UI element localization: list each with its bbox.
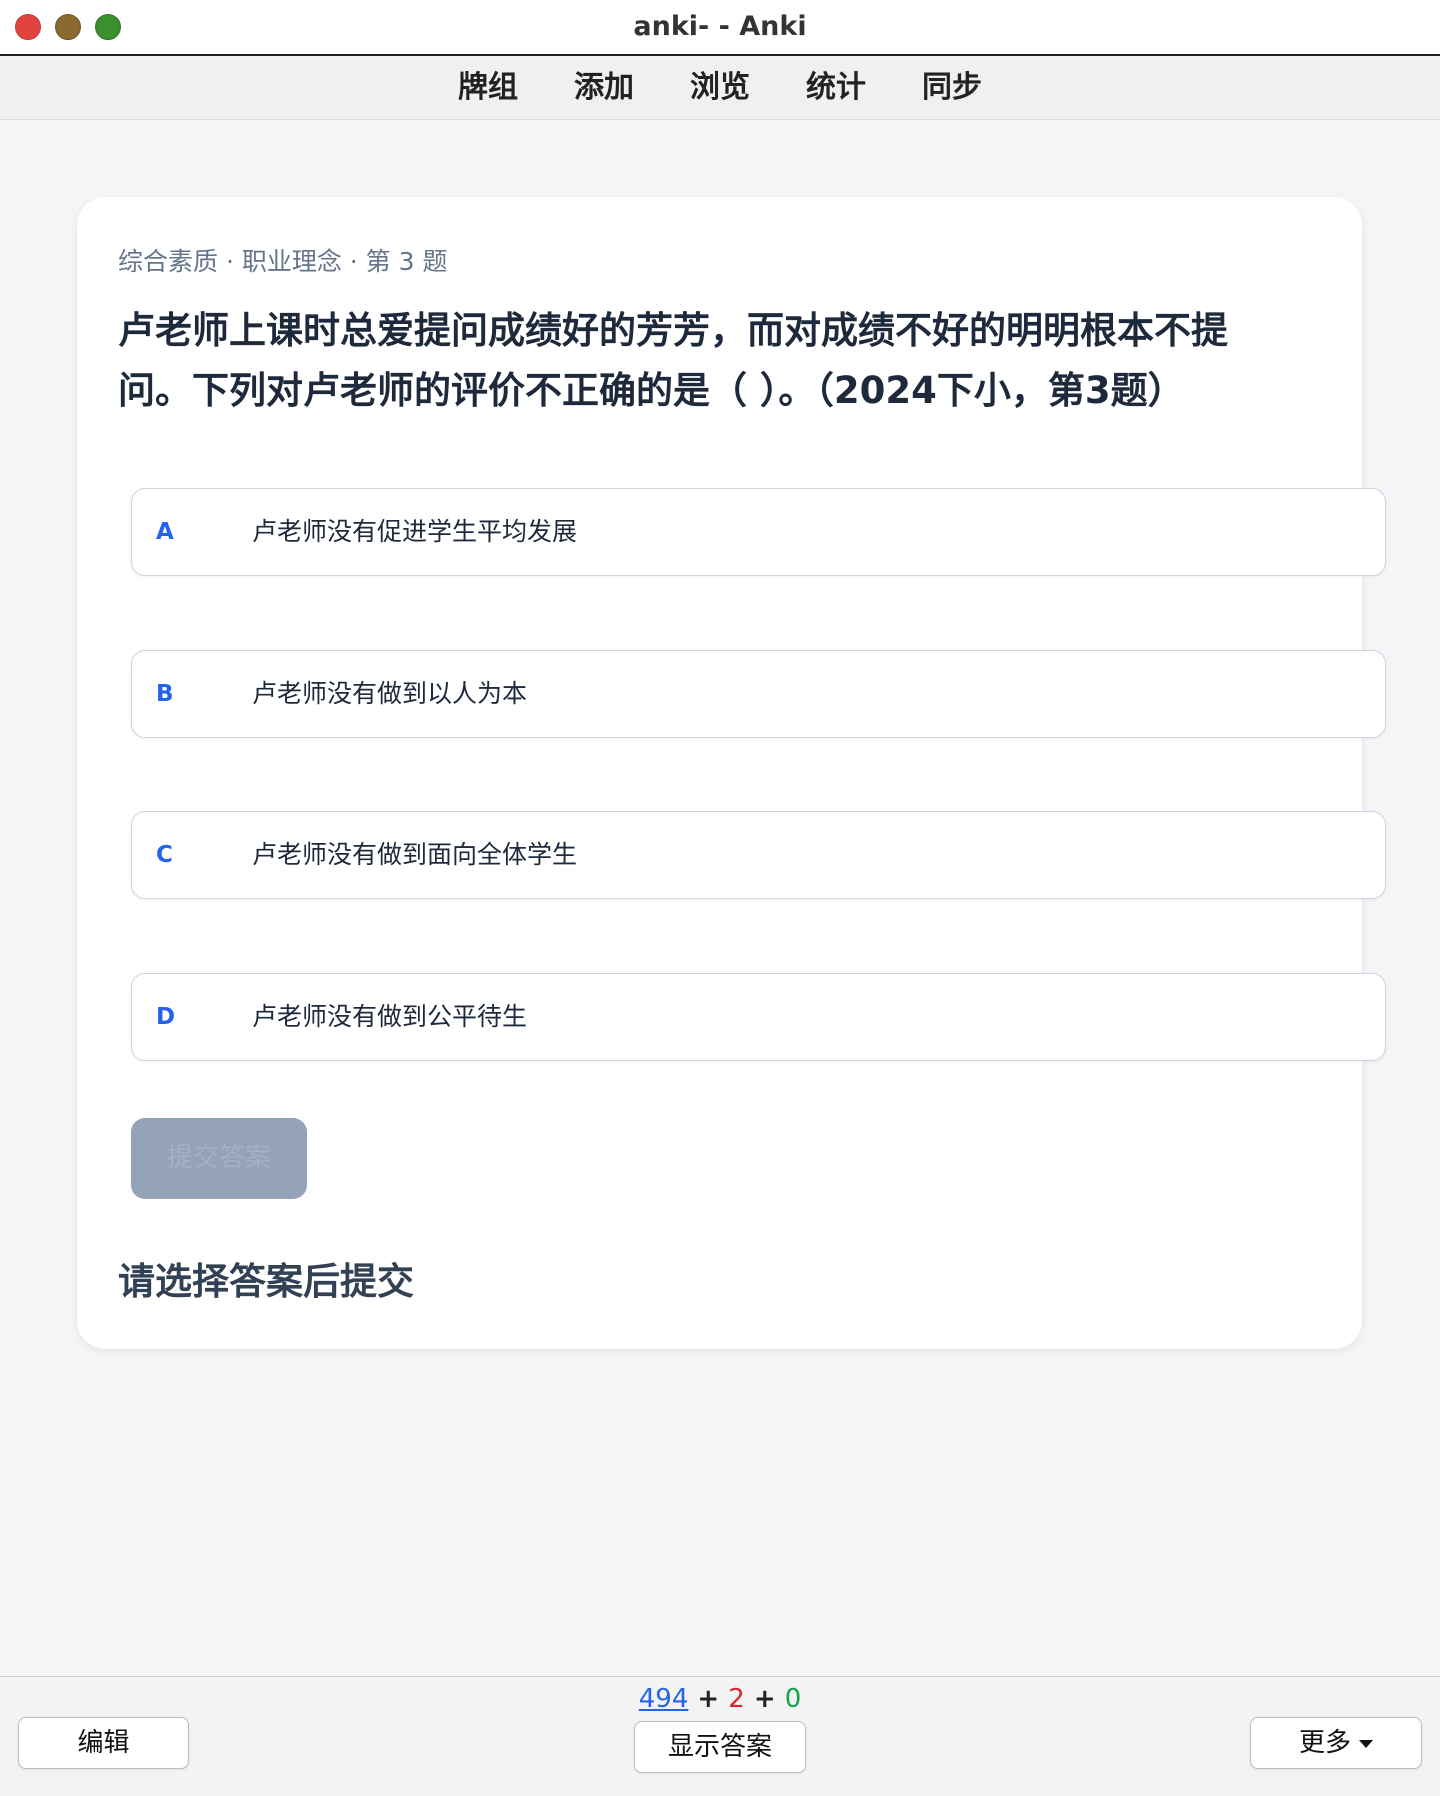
anki-window: anki- - Anki 牌组 添加 浏览 统计 同步 综合素质 · 职业理念 … (0, 0, 1440, 1796)
learn-count: 2 (728, 1684, 745, 1714)
option-text: 卢老师没有做到面向全体学生 (252, 840, 578, 869)
menu-browse[interactable]: 浏览 (662, 56, 778, 120)
option-b[interactable]: B 卢老师没有做到以人为本 (131, 650, 1386, 738)
option-a[interactable]: A 卢老师没有促进学生平均发展 (131, 488, 1386, 576)
review-count: 0 (784, 1684, 802, 1714)
more-label: 更多 (1298, 1728, 1351, 1758)
menu-decks[interactable]: 牌组 (430, 56, 546, 120)
submit-hint: 请选择答案后提交 (118, 1260, 414, 1303)
more-button[interactable]: 更多 (1250, 1717, 1422, 1769)
bottom-bar: 494 + 2 + 0 编辑 显示答案 更多 (0, 1676, 1440, 1796)
option-text: 卢老师没有做到公平待生 (252, 1002, 528, 1031)
chevron-down-icon (1359, 1739, 1373, 1748)
option-text: 卢老师没有促进学生平均发展 (252, 517, 578, 546)
question-text: 卢老师上课时总爱提问成绩好的芳芳，而对成绩不好的明明根本不提问。下列对卢老师的评… (118, 309, 1228, 412)
option-letter: D (156, 1004, 176, 1030)
count-separator: + (744, 1684, 785, 1714)
option-letter: B (156, 681, 174, 707)
title-bar: anki- - Anki (0, 0, 1440, 56)
due-counts: 494 + 2 + 0 (0, 1684, 1440, 1714)
show-answer-button[interactable]: 显示答案 (634, 1721, 806, 1773)
option-letter: C (156, 842, 173, 868)
count-separator: + (688, 1684, 729, 1714)
question-card: 综合素质 · 职业理念 · 第 3 题 卢老师上课时总爱提问成绩好的芳芳，而对成… (77, 197, 1386, 1349)
question-meta: 综合素质 · 职业理念 · 第 3 题 (118, 247, 448, 276)
option-c[interactable]: C 卢老师没有做到面向全体学生 (131, 811, 1386, 899)
edit-button[interactable]: 编辑 (18, 1717, 189, 1769)
option-letter: A (156, 519, 174, 545)
window-title: anki- - Anki (633, 11, 807, 42)
option-d[interactable]: D 卢老师没有做到公平待生 (131, 973, 1386, 1061)
menu-stats[interactable]: 统计 (778, 56, 894, 120)
menu-add[interactable]: 添加 (546, 56, 662, 120)
menu-sync[interactable]: 同步 (894, 56, 1010, 120)
top-menu-bar: 牌组 添加 浏览 统计 同步 (0, 56, 1440, 120)
new-count[interactable]: 494 (639, 1684, 689, 1714)
submit-answer-button[interactable]: 提交答案 (131, 1118, 307, 1199)
option-text: 卢老师没有做到以人为本 (252, 679, 528, 708)
